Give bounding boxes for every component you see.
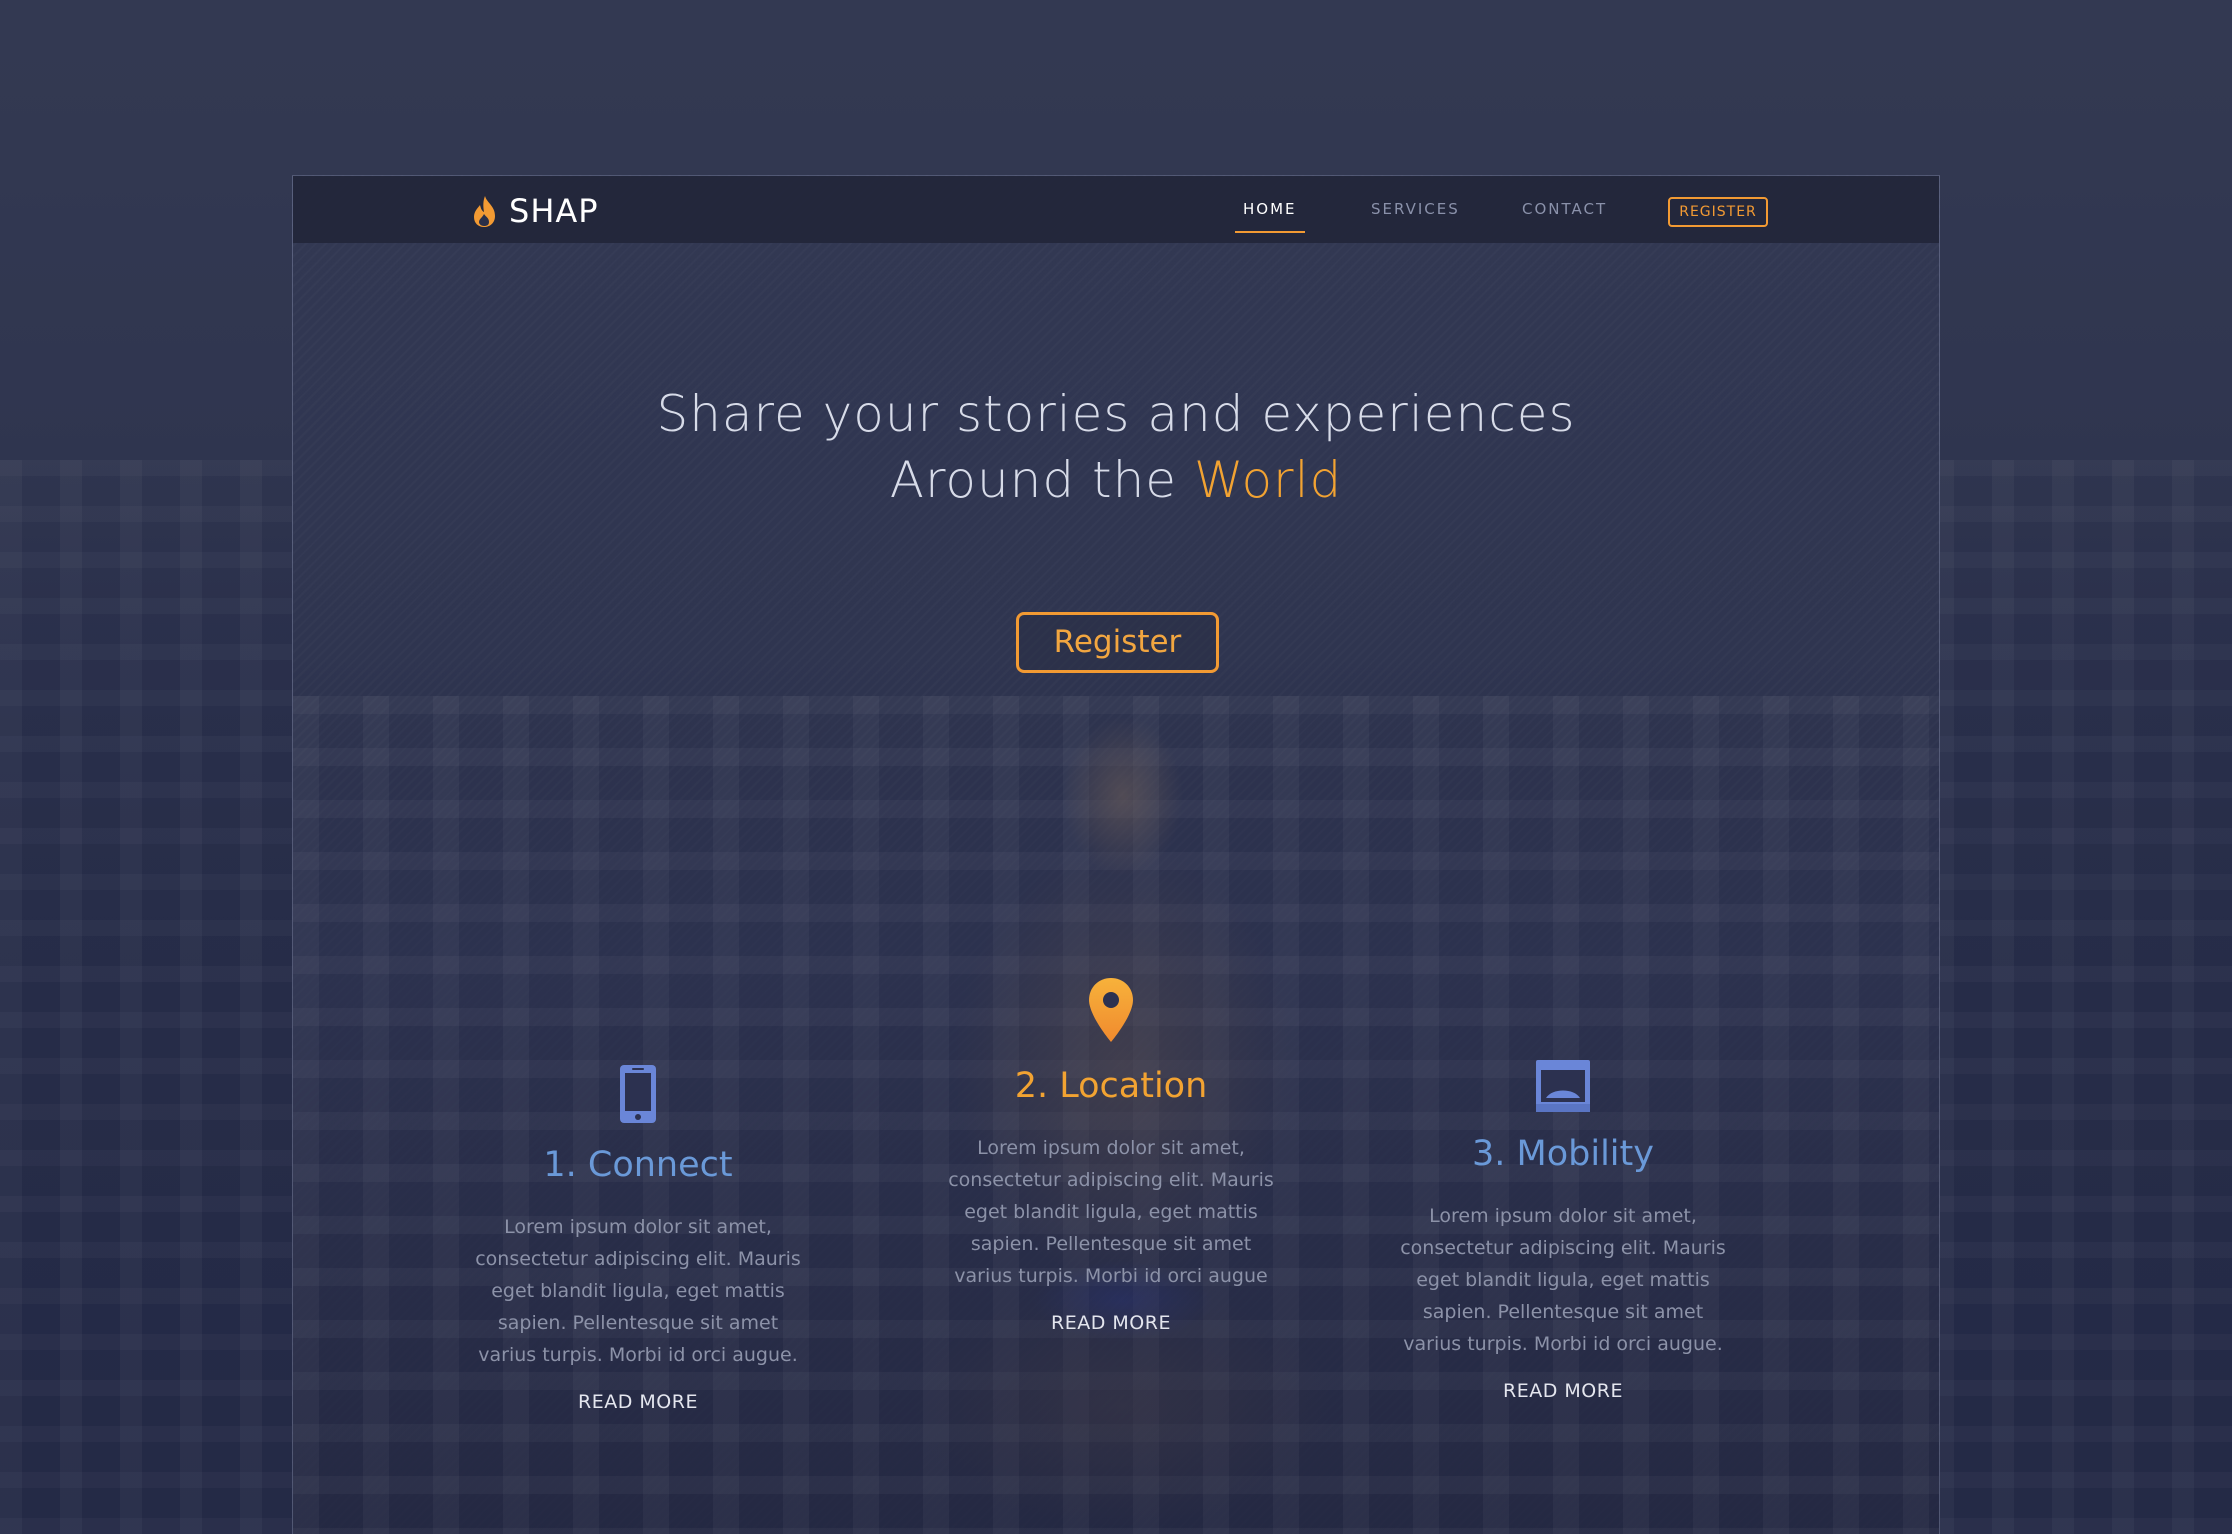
feature-title: 1. Connect xyxy=(543,1145,733,1185)
feature-description: Lorem ipsum dolor sit amet, consectetur … xyxy=(475,1216,801,1366)
flame-icon xyxy=(471,194,499,228)
hero-headline: Share your stories and experiences Aroun… xyxy=(293,381,1939,513)
hero-line-2-prefix: Around the xyxy=(889,451,1194,509)
feature-description: Lorem ipsum dolor sit amet, consectetur … xyxy=(948,1137,1274,1287)
feature-connect: 1. Connect Lorem ipsum dolor sit amet, c… xyxy=(468,1063,808,1413)
feature-location: 2. Location Lorem ipsum dolor sit amet, … xyxy=(941,976,1281,1334)
top-navbar: SHAP HOME SERVICES CONTACT REGISTER xyxy=(293,176,1939,243)
feature-title: 3. Mobility xyxy=(1472,1134,1654,1174)
browser-window-icon xyxy=(1393,1058,1733,1118)
nav-contact[interactable]: CONTACT xyxy=(1522,200,1607,218)
read-more-link[interactable]: READ MORE xyxy=(941,1312,1281,1334)
read-more-link[interactable]: READ MORE xyxy=(1393,1380,1733,1402)
nav-active-indicator xyxy=(1235,231,1305,233)
location-pin-icon xyxy=(941,976,1281,1050)
feature-mobility: 3. Mobility Lorem ipsum dolor sit amet, … xyxy=(1393,1058,1733,1402)
nav-services[interactable]: SERVICES xyxy=(1371,200,1460,218)
hero-line-2-accent: World xyxy=(1193,451,1343,509)
read-more-link[interactable]: READ MORE xyxy=(468,1391,808,1413)
hero-line-1: Share your stories and experiences xyxy=(656,385,1576,443)
brand-logo[interactable]: SHAP xyxy=(471,192,599,230)
nav-home[interactable]: HOME xyxy=(1243,200,1297,218)
hero-line-2: Around the World xyxy=(293,447,1939,513)
nav-register-button[interactable]: REGISTER xyxy=(1668,197,1768,227)
website-frame: SHAP HOME SERVICES CONTACT REGISTER Shar… xyxy=(292,175,1940,1534)
brand-name: SHAP xyxy=(509,192,599,230)
hero-register-button[interactable]: Register xyxy=(1016,612,1219,673)
feature-description: Lorem ipsum dolor sit amet, consectetur … xyxy=(1400,1205,1726,1355)
feature-title: 2. Location xyxy=(1014,1066,1208,1106)
smartphone-icon xyxy=(468,1063,808,1129)
